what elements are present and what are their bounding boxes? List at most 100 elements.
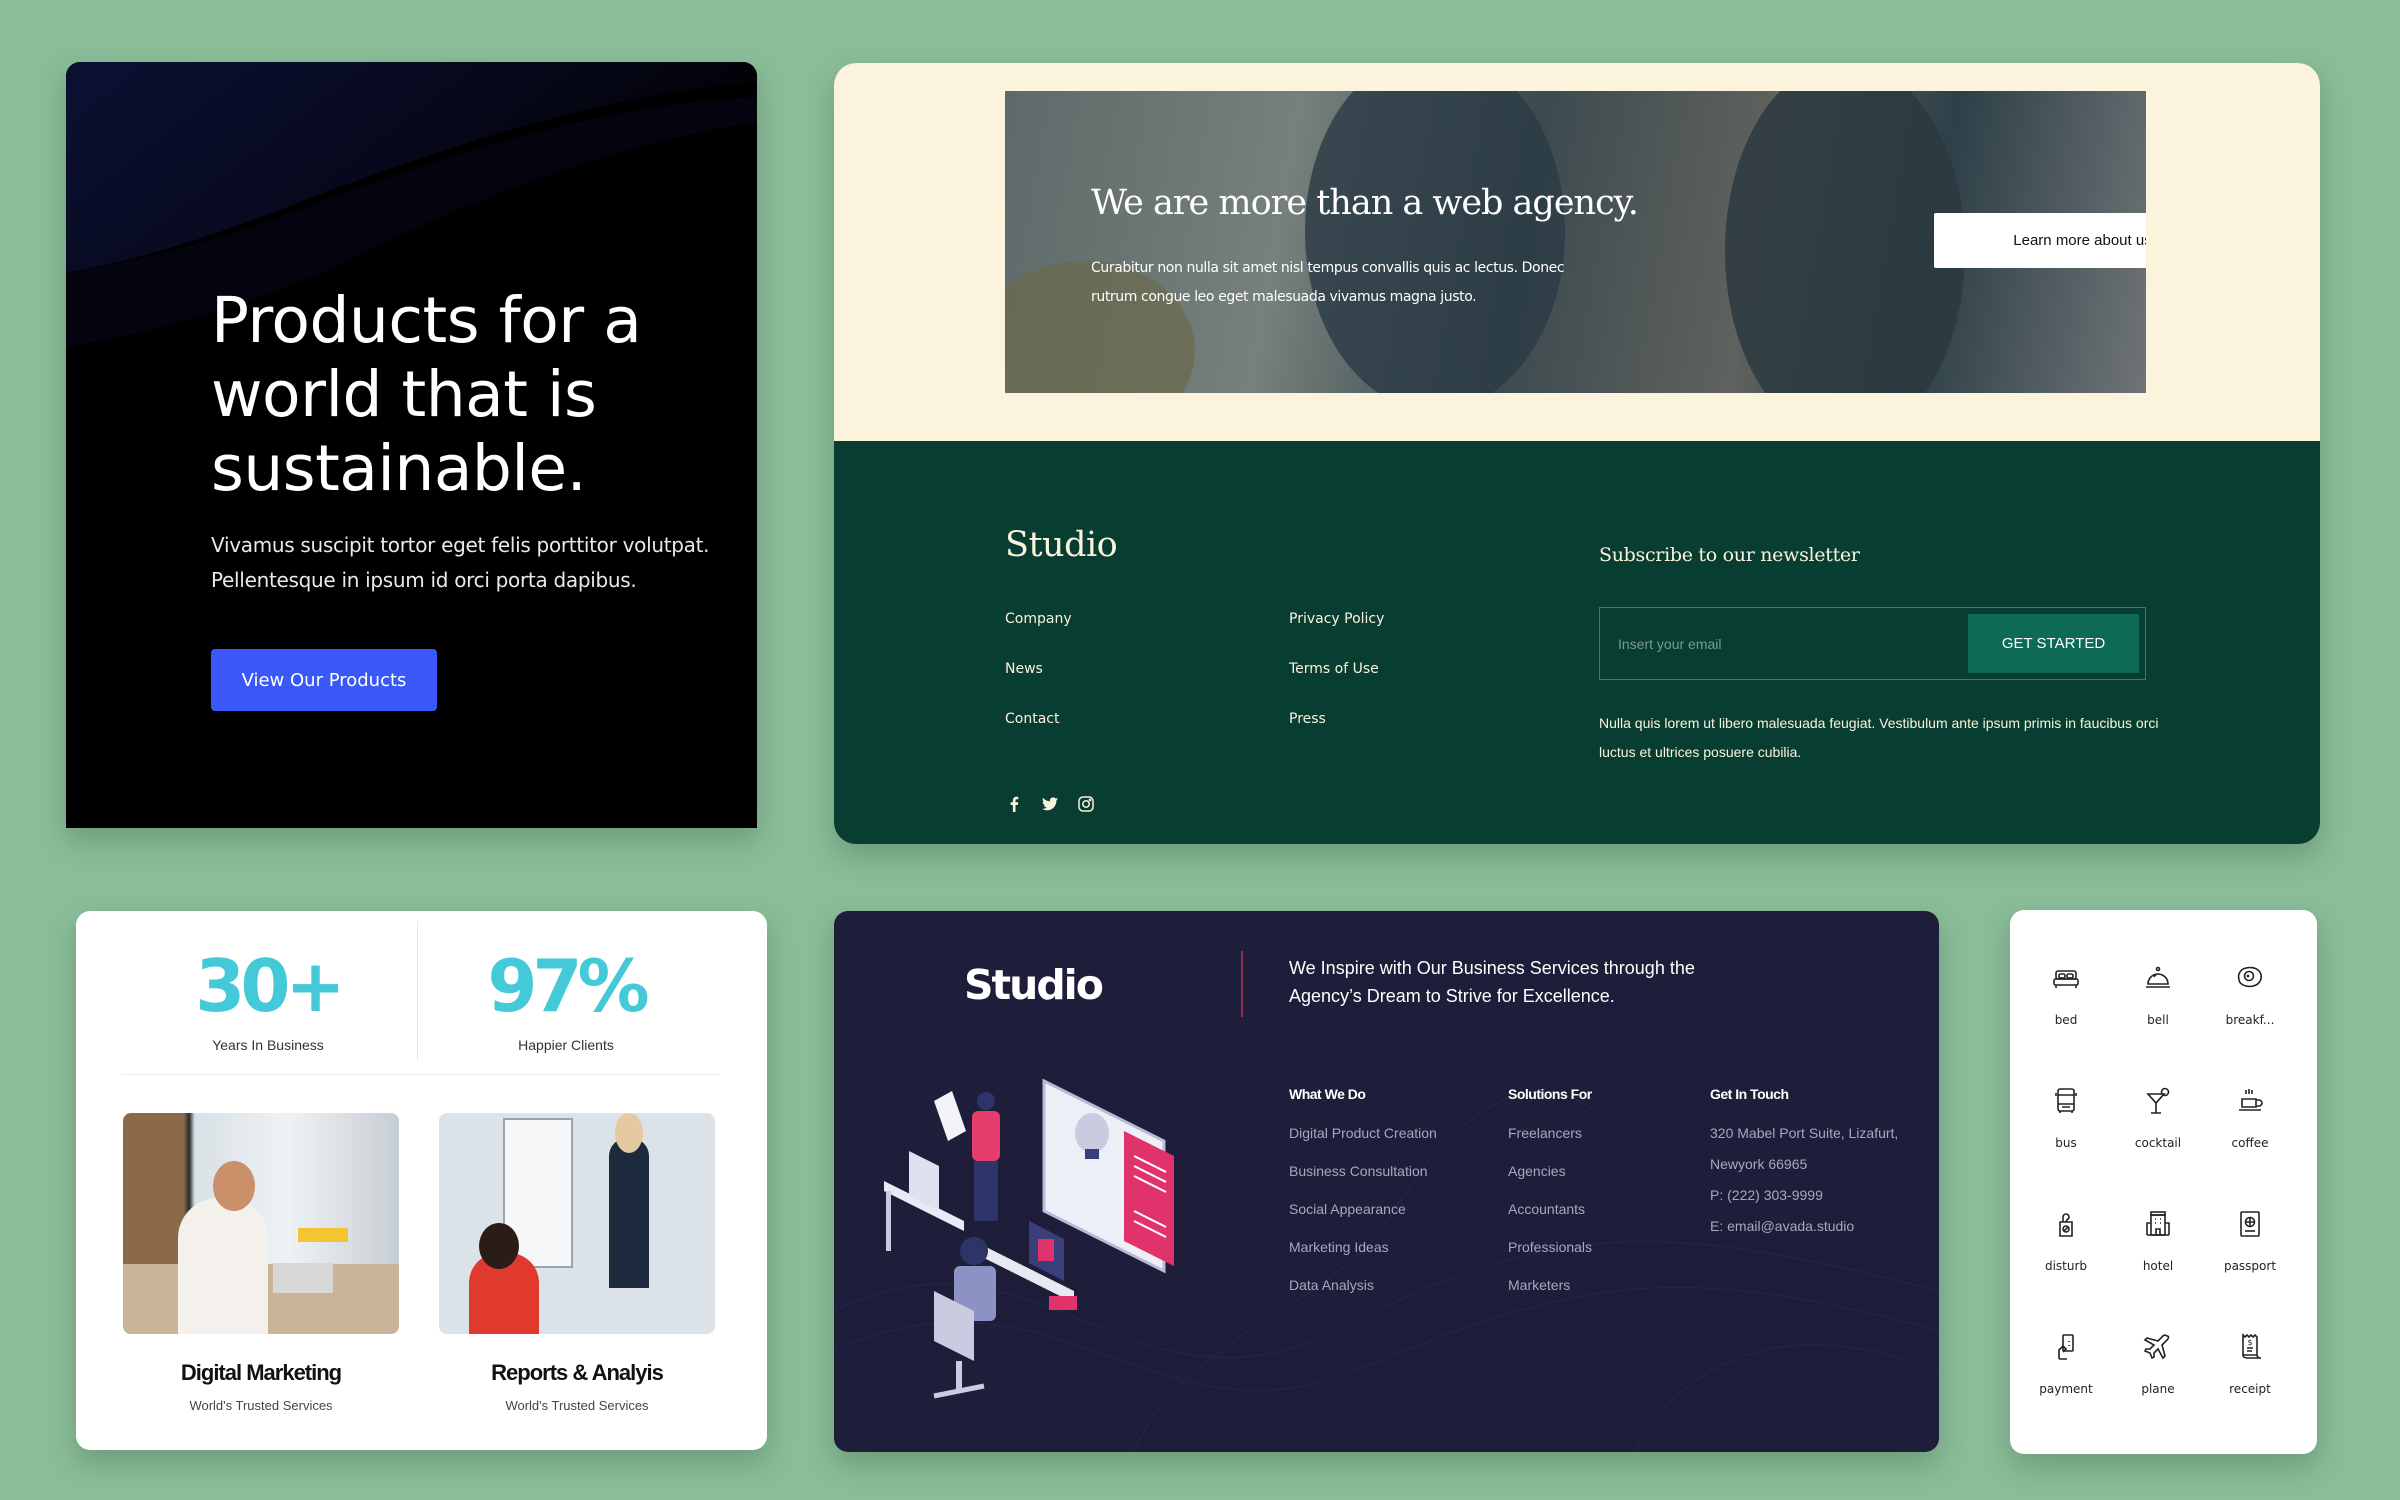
newsletter-title: Subscribe to our newsletter	[1599, 544, 1860, 566]
icon-item-disturb[interactable]: disturb	[2020, 1208, 2112, 1273]
hero-title: We are more than a web agency.	[1091, 183, 1639, 223]
footer-link[interactable]: Accountants	[1508, 1201, 1592, 1239]
footer-link[interactable]: Agencies	[1508, 1163, 1592, 1201]
icon-item-bell[interactable]: bell	[2112, 962, 2204, 1027]
stats-services-card: 30+ Years In Business 97% Happier Client…	[76, 911, 767, 1450]
stat-value: 30+	[195, 944, 346, 1028]
products-hero-card: Products for a world that is sustainable…	[66, 62, 757, 828]
email-link[interactable]: E: email@avada.studio	[1710, 1218, 1898, 1249]
view-products-button[interactable]: View Our Products	[211, 649, 437, 711]
footer-link-company[interactable]: Company	[1005, 611, 1072, 661]
footer-link[interactable]: Marketers	[1508, 1277, 1592, 1315]
icon-label: cocktail	[2134, 1136, 2182, 1150]
icon-grid: bed bell breakf... bus cocktail coffee d…	[2020, 962, 2310, 1396]
icon-label: bed	[2054, 1013, 2078, 1027]
footer-link[interactable]: Business Consultation	[1289, 1163, 1437, 1201]
icon-label: payment	[2039, 1382, 2093, 1396]
footer-link[interactable]: Marketing Ideas	[1289, 1239, 1437, 1277]
icon-item-hotel[interactable]: hotel	[2112, 1208, 2204, 1273]
learn-more-button[interactable]: Learn more about us	[1934, 213, 2146, 268]
icon-item-cocktail[interactable]: cocktail	[2112, 1085, 2204, 1150]
studio-logo[interactable]: Studio	[1005, 525, 1118, 565]
receipt-icon: $	[2242, 1333, 2262, 1359]
coffee-icon	[2239, 1089, 2263, 1111]
tagline: We Inspire with Our Business Services th…	[1289, 958, 1695, 1006]
service-photo	[439, 1113, 715, 1334]
icon-grid-card: bed bell breakf... bus cocktail coffee d…	[2010, 910, 2317, 1454]
column-heading: Solutions For	[1508, 1086, 1592, 1102]
payment-icon	[2058, 1334, 2074, 1360]
facebook-icon[interactable]	[1005, 795, 1023, 813]
footer-link[interactable]: Social Appearance	[1289, 1201, 1437, 1239]
icon-label: coffee	[2231, 1136, 2269, 1150]
bus-icon	[2055, 1088, 2077, 1113]
icon-label: breakf...	[2225, 1013, 2275, 1027]
column-heading: Get In Touch	[1710, 1086, 1789, 1102]
icon-item-bus[interactable]: bus	[2020, 1085, 2112, 1150]
dark-studio-footer-card: Studio We Inspire with Our Business Serv…	[834, 911, 1939, 1452]
icon-label: hotel	[2142, 1259, 2174, 1273]
footer-link-news[interactable]: News	[1005, 661, 1072, 711]
footer-link-press[interactable]: Press	[1289, 711, 1384, 761]
stat-label: Years In Business	[212, 1037, 324, 1053]
get-in-touch-column: Get In Touch 320 Mabel Port Suite, Lizaf…	[1710, 1086, 1898, 1249]
service-photo	[123, 1113, 399, 1334]
studio-logo[interactable]: Studio	[964, 961, 1104, 1009]
icon-label: disturb	[2044, 1259, 2088, 1273]
newsletter-form: Insert your email GET STARTED	[1599, 607, 2146, 680]
social-links	[1005, 795, 1095, 813]
service-reports[interactable]: Reports & Analyis World's Trusted Servic…	[439, 1113, 715, 1413]
agency-footer-card: We are more than a web agency. Curabitur…	[834, 63, 2320, 844]
icon-label: passport	[2223, 1259, 2277, 1273]
service-title: Digital Marketing	[180, 1360, 342, 1385]
passport-icon	[2240, 1211, 2260, 1237]
icon-item-receipt[interactable]: $ receipt	[2204, 1331, 2296, 1396]
icon-label: bus	[2055, 1136, 2077, 1150]
icon-item-bed[interactable]: bed	[2020, 962, 2112, 1027]
bed-icon	[2053, 970, 2079, 988]
instagram-icon[interactable]	[1077, 795, 1095, 813]
icon-item-coffee[interactable]: coffee	[2204, 1085, 2296, 1150]
icon-label: plane	[2141, 1382, 2175, 1396]
get-started-button[interactable]: GET STARTED	[1968, 614, 2139, 673]
service-subtitle: World's Trusted Services	[189, 1398, 333, 1413]
address-line: Newyork 66965	[1710, 1156, 1808, 1172]
footer-links-col1: Company News Contact	[1005, 611, 1072, 761]
icon-item-breakfast[interactable]: breakf...	[2204, 962, 2296, 1027]
icon-label: receipt	[2229, 1382, 2271, 1396]
stat-clients: 97% Happier Clients	[416, 941, 716, 1053]
icon-item-payment[interactable]: payment	[2020, 1331, 2112, 1396]
footer-links-col2: Privacy Policy Terms of Use Press	[1289, 611, 1384, 761]
twitter-icon[interactable]	[1041, 795, 1059, 813]
column-heading: What We Do	[1289, 1086, 1366, 1102]
stat-years: 30+ Years In Business	[118, 941, 418, 1053]
cocktail-icon	[2146, 1087, 2170, 1114]
bell-icon	[2146, 966, 2170, 988]
footer-link[interactable]: Data Analysis	[1289, 1277, 1437, 1315]
footer-link-contact[interactable]: Contact	[1005, 711, 1072, 761]
stat-label: Happier Clients	[518, 1037, 614, 1053]
solutions-for-column: Solutions For Freelancers Agencies Accou…	[1508, 1086, 1592, 1315]
icon-label: bell	[2147, 1013, 2169, 1027]
footer-link[interactable]: Professionals	[1508, 1239, 1592, 1277]
what-we-do-column: What We Do Digital Product Creation Busi…	[1289, 1086, 1437, 1315]
service-digital-marketing[interactable]: Digital Marketing World's Trusted Servic…	[123, 1113, 399, 1413]
service-title: Reports & Analyis	[491, 1360, 664, 1385]
hero-text: Curabitur non nulla sit amet nisl tempus…	[1091, 260, 1565, 305]
icon-item-plane[interactable]: plane	[2112, 1331, 2204, 1396]
footer-link-privacy[interactable]: Privacy Policy	[1289, 611, 1384, 661]
photo-background	[1305, 91, 1565, 393]
email-input[interactable]: Insert your email	[1618, 608, 1721, 679]
divider	[122, 1074, 720, 1075]
stat-value: 97%	[487, 944, 649, 1028]
hotel-icon	[2146, 1211, 2170, 1236]
phone[interactable]: P: (222) 303-9999	[1710, 1187, 1898, 1218]
footer-link-terms[interactable]: Terms of Use	[1289, 661, 1384, 711]
icon-item-passport[interactable]: passport	[2204, 1208, 2296, 1273]
footer-link[interactable]: Freelancers	[1508, 1125, 1592, 1163]
do-not-disturb-icon	[2059, 1213, 2073, 1237]
divider	[1241, 951, 1243, 1017]
breakfast-icon	[2237, 966, 2262, 988]
footer-link[interactable]: Digital Product Creation	[1289, 1125, 1437, 1163]
address-line: 320 Mabel Port Suite, Lizafurt,	[1710, 1125, 1899, 1141]
